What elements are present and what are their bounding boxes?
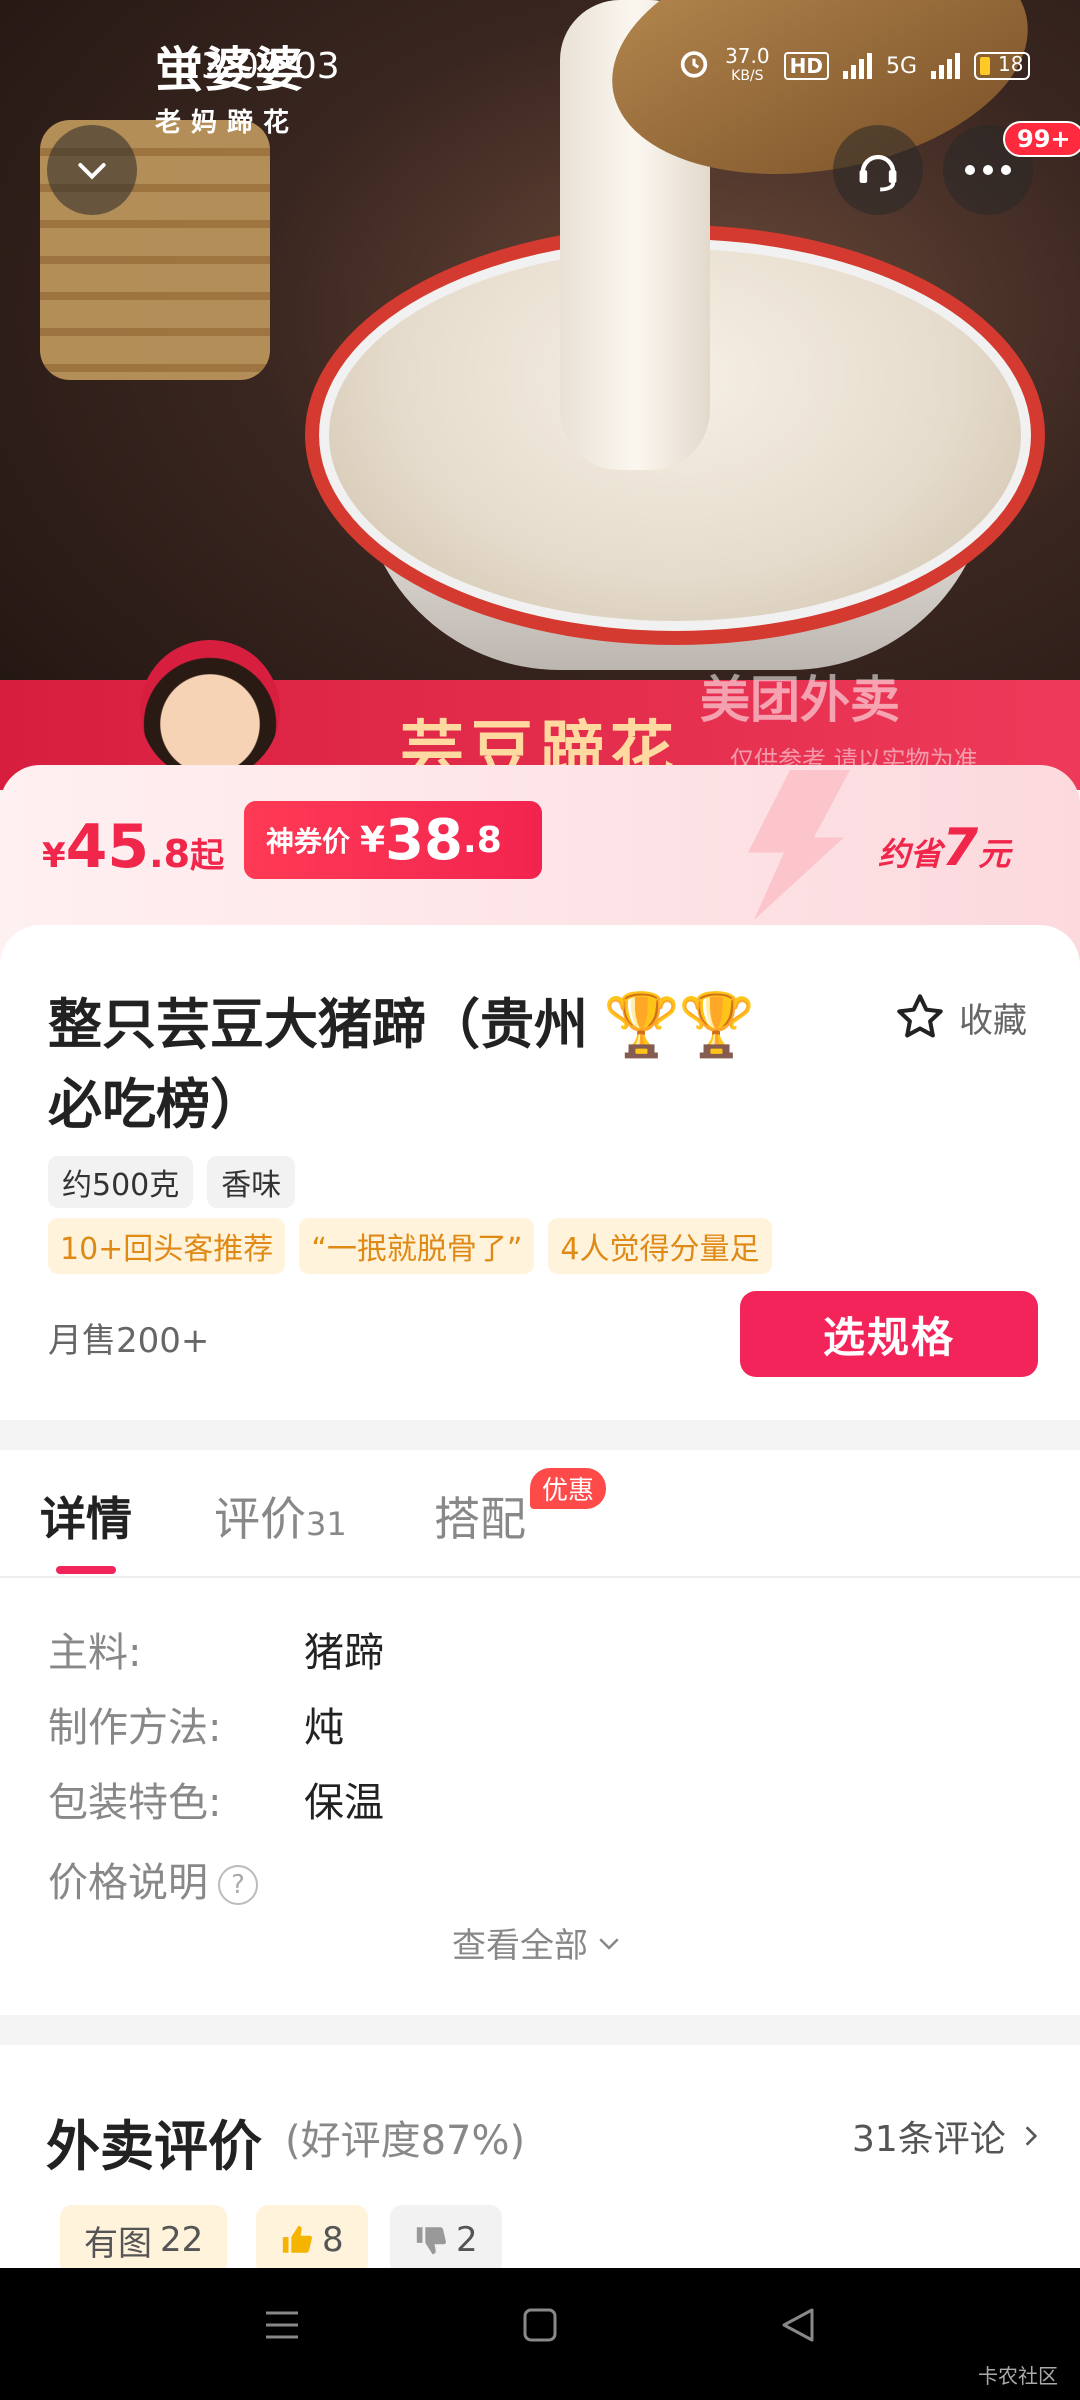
- signal-icon: [842, 53, 872, 79]
- highlight-tag: 4人觉得分量足: [548, 1218, 772, 1274]
- chip-count: 8: [322, 2220, 344, 2260]
- all-reviews-link[interactable]: 31条评论: [852, 2110, 1044, 2162]
- tab-reviews-label: 评价: [214, 1492, 306, 1546]
- select-spec-button[interactable]: 选规格: [740, 1291, 1038, 1377]
- detail-value: 保温: [304, 1780, 384, 1826]
- see-all-button[interactable]: 查看全部: [452, 1918, 624, 1967]
- spec-tags: 约500克 香味: [48, 1156, 296, 1208]
- favorite-button[interactable]: 收藏: [893, 990, 1027, 1044]
- price-note-row[interactable]: 价格说明?: [48, 1850, 258, 1908]
- status-time: 13:09:03: [178, 46, 340, 87]
- monthly-sales: 月售200+: [48, 1321, 210, 1361]
- tab-details[interactable]: 详情: [40, 1483, 132, 1549]
- brand-mascot: [140, 640, 280, 780]
- status-icons: 37.0 KB/S HD 5G 18: [677, 46, 1030, 86]
- customer-service-button[interactable]: [833, 125, 923, 215]
- status-bar: 13:09:03 37.0 KB/S HD 5G 18: [0, 40, 1080, 100]
- reviews-rating: (好评度87%): [285, 2118, 526, 2164]
- tab-combo[interactable]: 搭配: [434, 1483, 526, 1549]
- price-note-label: 价格说明: [48, 1860, 208, 1906]
- coupon-price: 神券价 ¥38.8: [244, 801, 542, 879]
- coupon-price-label: 神券价: [266, 825, 351, 858]
- tag-flavor: 香味: [207, 1156, 296, 1208]
- network-speed-unit: KB/S: [731, 68, 764, 84]
- original-price-dec: .8: [149, 832, 191, 876]
- meituan-watermark: 美团外卖: [700, 671, 900, 729]
- review-filter-negative[interactable]: 2: [390, 2205, 502, 2275]
- favorite-label: 收藏: [959, 1000, 1027, 1041]
- reviews-title: 外卖评价: [46, 2115, 262, 2178]
- coupon-price-dec: .8: [463, 819, 502, 861]
- notification-badge: 99+: [1003, 121, 1080, 157]
- savings-value: 7: [942, 818, 979, 878]
- network-type: 5G: [885, 53, 917, 79]
- star-icon: [897, 994, 943, 1038]
- product-title: 整只芸豆大猪蹄（贵州必吃榜）: [48, 993, 588, 1136]
- highlight-tag: 10+回头客推荐: [48, 1218, 286, 1274]
- chip-count: 22: [160, 2220, 204, 2260]
- highlight-tags: 10+回头客推荐 “一抿就脱骨了” 4人觉得分量足: [48, 1218, 772, 1274]
- tab-reviews[interactable]: 评价31: [214, 1483, 347, 1549]
- reviews-count-label: 31条评论: [852, 2119, 1006, 2160]
- detail-label: 主料:: [48, 1630, 142, 1676]
- original-price-int: 45: [65, 812, 150, 882]
- trophy-icon: 🏆: [678, 988, 756, 1061]
- thumbs-down-icon: [416, 2227, 446, 2255]
- chevron-down-icon: [599, 1937, 619, 1950]
- chip-count: 2: [456, 2220, 478, 2260]
- review-filter-with-images[interactable]: 有图 22: [60, 2205, 228, 2275]
- menu-icon[interactable]: [262, 2305, 302, 2345]
- savings: 约省7元: [878, 818, 1010, 878]
- review-filter-positive[interactable]: 8: [256, 2205, 368, 2275]
- chevron-down-icon: [78, 163, 106, 180]
- chevron-right-icon: [1025, 2126, 1037, 2146]
- alarm-icon: [677, 46, 711, 86]
- coupon-price-int: 38: [385, 807, 464, 873]
- brand-subtitle: 老妈蹄花: [155, 108, 300, 138]
- customer-service-icon: [859, 154, 897, 192]
- signal-icon-2: [931, 53, 960, 79]
- network-speed: 37.0 KB/S: [725, 46, 770, 86]
- see-all-label: 查看全部: [452, 1926, 588, 1966]
- original-price-suffix: 起: [190, 836, 225, 876]
- detail-value: 猪蹄: [304, 1630, 384, 1676]
- battery-icon: 18: [974, 52, 1030, 80]
- collapse-button[interactable]: [47, 125, 137, 215]
- tab-reviews-count: 31: [306, 1505, 347, 1543]
- tag-weight: 约500克: [48, 1156, 194, 1208]
- savings-prefix: 约省: [878, 835, 943, 873]
- coupon-price-currency: ¥: [360, 819, 386, 861]
- tab-active-indicator: [56, 1566, 116, 1574]
- more-icon: [965, 165, 1011, 175]
- footer-watermark: 卡农社区: [978, 2364, 1058, 2388]
- hd-icon: HD: [783, 52, 829, 80]
- chip-label: 有图: [84, 2223, 152, 2264]
- detail-value: 炖: [304, 1705, 344, 1751]
- highlight-tag: “一抿就脱骨了”: [299, 1218, 535, 1274]
- network-speed-value: 37.0: [725, 44, 770, 68]
- home-icon[interactable]: [520, 2305, 560, 2345]
- savings-unit: 元: [978, 835, 1011, 873]
- question-icon[interactable]: ?: [218, 1865, 258, 1905]
- detail-label: 制作方法:: [48, 1705, 222, 1751]
- original-price-currency: ¥: [42, 836, 66, 876]
- thumbs-up-icon: [282, 2225, 312, 2253]
- battery-level: 18: [998, 52, 1024, 76]
- back-icon[interactable]: [778, 2305, 818, 2345]
- trophy-icon: 🏆: [603, 988, 681, 1061]
- detail-label: 包装特色:: [48, 1780, 222, 1826]
- original-price: ¥45.8起: [42, 812, 224, 882]
- promo-badge: 优惠: [530, 1468, 607, 1509]
